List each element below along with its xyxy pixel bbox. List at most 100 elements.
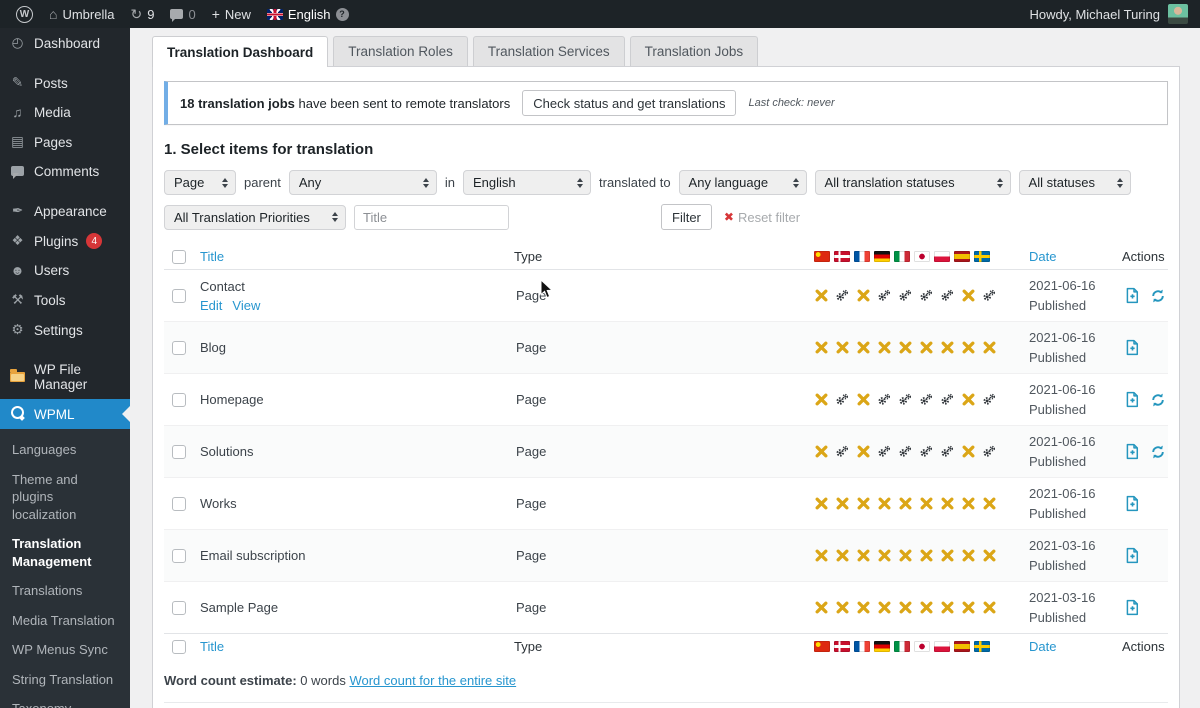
refresh-translation-icon[interactable] <box>1150 444 1166 460</box>
not-translated-icon <box>814 341 828 355</box>
sidebar-item-posts[interactable]: ✎Posts <box>0 68 130 98</box>
type-column-header: Type <box>514 249 814 264</box>
sidebar-item-settings[interactable]: ⚙Settings <box>0 315 130 345</box>
edit-link[interactable]: Edit <box>200 298 222 313</box>
items-table: Title Type Date Actions ContactEditViewP… <box>164 244 1168 659</box>
submenu-item-translations[interactable]: Translations <box>0 576 130 606</box>
row-checkbox[interactable] <box>172 497 186 511</box>
row-checkbox[interactable] <box>172 445 186 459</box>
word-count-label: Word count estimate: <box>164 673 297 688</box>
submenu-item-string-translation[interactable]: String Translation <box>0 665 130 695</box>
sidebar-item-comments[interactable]: Comments <box>0 157 130 186</box>
submenu-item-translation-management[interactable]: Translation Management <box>0 529 130 576</box>
add-translation-icon[interactable] <box>1124 547 1141 564</box>
flag-denmark-icon <box>834 641 850 652</box>
tab-translation-services[interactable]: Translation Services <box>473 36 625 66</box>
view-link[interactable]: View <box>232 298 260 313</box>
flag-poland-icon <box>934 251 950 262</box>
not-translated-icon <box>835 341 849 355</box>
select-all-checkbox[interactable] <box>172 640 186 654</box>
add-translation-icon[interactable] <box>1124 495 1141 512</box>
flag-italy-icon <box>894 641 910 652</box>
row-type: Page <box>514 600 814 615</box>
sidebar-item-appearance[interactable]: ✒Appearance <box>0 196 130 226</box>
sidebar-item-label: Dashboard <box>34 36 100 51</box>
plus-icon: + <box>212 7 220 21</box>
language-switcher[interactable]: English? <box>259 0 357 28</box>
sidebar-item-media[interactable]: ♫Media <box>0 98 130 127</box>
row-checkbox[interactable] <box>172 601 186 615</box>
user-avatar[interactable] <box>1168 4 1188 24</box>
check-status-button[interactable]: Check status and get translations <box>522 90 736 116</box>
site-name-link[interactable]: ⌂Umbrella <box>41 0 122 28</box>
row-title: Homepage <box>200 392 514 407</box>
translation-status-select[interactable]: All translation statuses <box>815 170 1011 195</box>
title-search-input[interactable] <box>354 205 509 230</box>
add-translation-icon[interactable] <box>1124 339 1141 356</box>
submenu-item-media-translation[interactable]: Media Translation <box>0 606 130 636</box>
howdy-label[interactable]: Howdy, Michael Turing <box>1029 7 1160 22</box>
tab-translation-roles[interactable]: Translation Roles <box>333 36 468 66</box>
post-type-select[interactable]: Page <box>164 170 236 195</box>
row-checkbox[interactable] <box>172 289 186 303</box>
in-progress-icon <box>982 393 996 407</box>
row-checkbox[interactable] <box>172 549 186 563</box>
sidebar-item-wp-file-manager[interactable]: WP File Manager <box>0 355 130 399</box>
in-progress-icon <box>919 445 933 459</box>
refresh-translation-icon[interactable] <box>1150 288 1166 304</box>
translation-priority-select[interactable]: All Translation Priorities <box>164 205 346 230</box>
reset-filter-link[interactable]: ✖Reset filter <box>724 210 800 225</box>
sidebar-item-pages[interactable]: ▤Pages <box>0 127 130 157</box>
title-column-sort-link[interactable]: Title <box>200 249 224 264</box>
sidebar-item-users[interactable]: ☻Users <box>0 256 130 285</box>
parent-select[interactable]: Any <box>289 170 437 195</box>
sidebar-item-label: Tools <box>34 293 66 308</box>
row-checkbox[interactable] <box>172 393 186 407</box>
date-column-sort-link[interactable]: Date <box>1029 249 1056 264</box>
row-actions <box>1122 495 1172 512</box>
submenu-item-languages[interactable]: Languages <box>0 435 130 465</box>
submenu-item-theme-and-plugins-localization[interactable]: Theme and plugins localization <box>0 465 130 530</box>
post-status-select[interactable]: All statuses <box>1019 170 1131 195</box>
row-checkbox[interactable] <box>172 341 186 355</box>
row-title: Email subscription <box>200 548 514 563</box>
title-column-sort-link[interactable]: Title <box>200 639 224 654</box>
select-all-checkbox[interactable] <box>172 250 186 264</box>
parent-label: parent <box>244 175 281 190</box>
table-row: Email subscriptionPage2021-03-16Publishe… <box>164 530 1168 582</box>
updates-link[interactable]: ↻9 <box>122 0 162 28</box>
refresh-translation-icon[interactable] <box>1150 392 1166 408</box>
comments-link[interactable]: 0 <box>162 0 203 28</box>
tools-icon: ⚒ <box>9 292 26 308</box>
filter-button[interactable]: Filter <box>661 204 712 230</box>
row-status: Published <box>1029 296 1122 316</box>
in-progress-icon <box>835 393 849 407</box>
word-count-site-link[interactable]: Word count for the entire site <box>349 673 516 688</box>
in-progress-icon <box>898 393 912 407</box>
sidebar-item-label: Comments <box>34 164 99 179</box>
wordpress-menu[interactable]: W <box>8 0 41 28</box>
sidebar-item-dashboard[interactable]: ◴Dashboard <box>0 28 130 58</box>
row-status: Published <box>1029 348 1122 368</box>
language-label: English <box>288 7 331 22</box>
add-translation-icon[interactable] <box>1124 391 1141 408</box>
new-content-link[interactable]: +New <box>204 0 259 28</box>
date-column-sort-link[interactable]: Date <box>1029 639 1056 654</box>
submenu-item-wp-menus-sync[interactable]: WP Menus Sync <box>0 635 130 665</box>
sidebar-item-wpml[interactable]: WPML <box>0 399 130 429</box>
target-language-select[interactable]: Any language <box>679 170 807 195</box>
tab-translation-dashboard[interactable]: Translation Dashboard <box>152 36 328 67</box>
sidebar-item-plugins[interactable]: ❖Plugins4 <box>0 226 130 256</box>
settings-icon: ⚙ <box>9 322 26 338</box>
add-translation-icon[interactable] <box>1124 287 1141 304</box>
not-translated-icon <box>919 549 933 563</box>
source-language-select[interactable]: English <box>463 170 591 195</box>
tab-translation-jobs[interactable]: Translation Jobs <box>630 36 759 66</box>
comments-count: 0 <box>188 7 195 22</box>
sidebar-item-tools[interactable]: ⚒ Tools <box>0 285 130 315</box>
word-count-estimate: Word count estimate: 0 words Word count … <box>164 671 1168 703</box>
add-translation-icon[interactable] <box>1124 443 1141 460</box>
submenu-item-taxonomy-translation[interactable]: Taxonomy translation <box>0 694 130 708</box>
notice-text: 18 translation jobs have been sent to re… <box>180 96 510 111</box>
add-translation-icon[interactable] <box>1124 599 1141 616</box>
